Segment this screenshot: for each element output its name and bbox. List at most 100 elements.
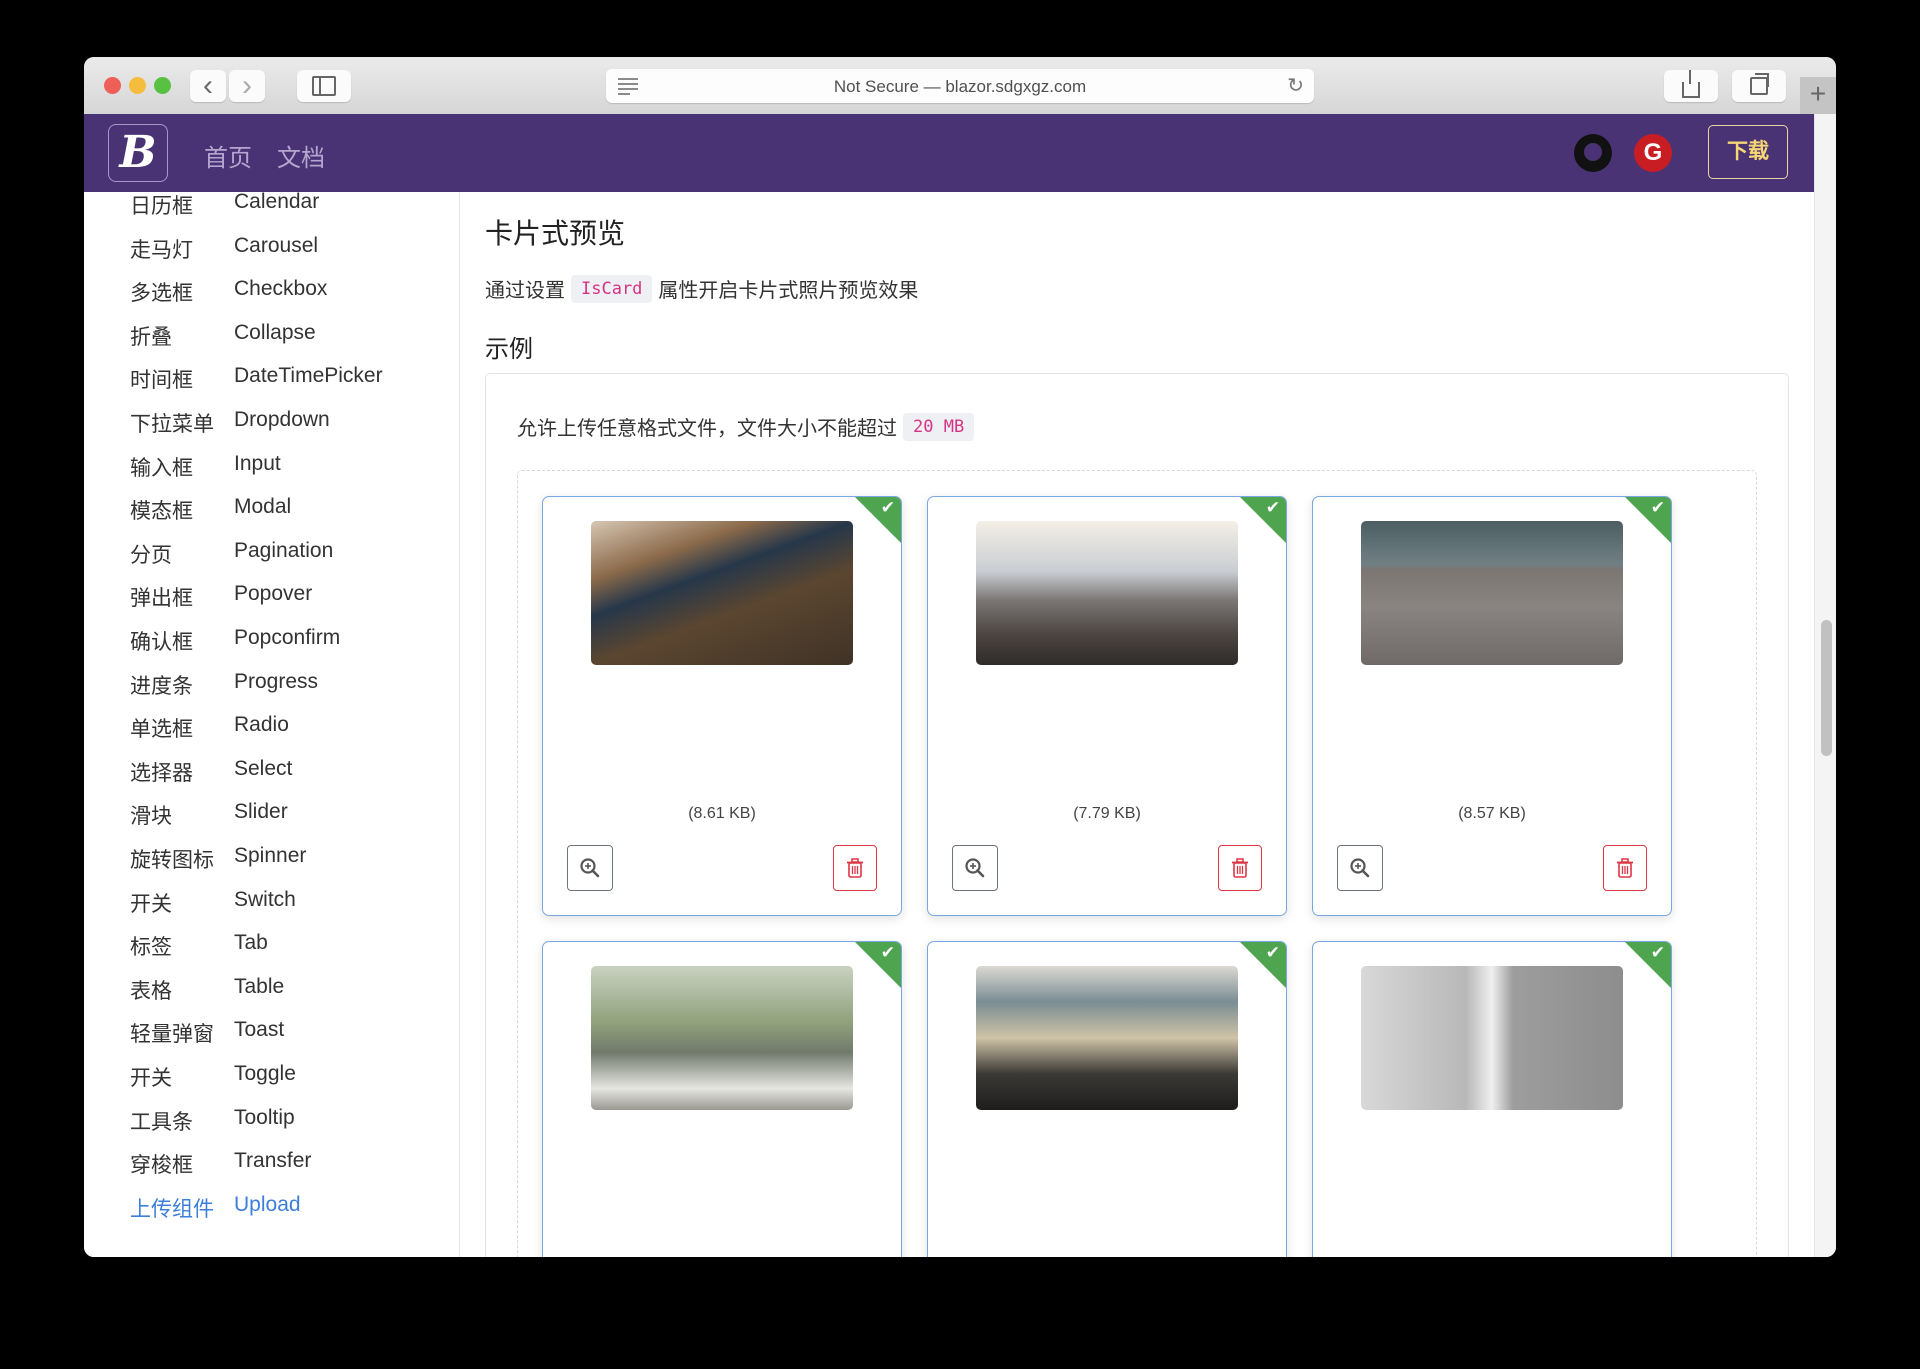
upload-card: ✔ (8.61 KB) xyxy=(542,496,902,916)
sidebar-item-zh-label: 开关 xyxy=(130,892,172,916)
sidebar-item-zh-label: 分页 xyxy=(130,543,172,567)
sidebar-item-en-label: Popover xyxy=(234,582,313,606)
image-thumbnail-mountain-above-clouds[interactable] xyxy=(976,521,1238,665)
sidebar-item-zh-label: 进度条 xyxy=(130,674,193,698)
site-navbar: B 首页 文档 G 下载 xyxy=(84,114,1814,192)
delete-button[interactable] xyxy=(1218,845,1262,891)
check-icon: ✔ xyxy=(880,498,895,517)
sidebar-item-en-label: Input xyxy=(234,451,281,475)
section-title: 卡片式预览 xyxy=(485,218,626,249)
sidebar-item-en-label: Pagination xyxy=(234,538,334,562)
tabs-icon xyxy=(1750,73,1769,95)
sidebar-item-en-label: Toast xyxy=(234,1018,285,1042)
reload-icon[interactable]: ↻ xyxy=(1287,73,1304,98)
upload-card: ✔ xyxy=(1312,941,1672,1257)
desc-text-after: 属性开启卡片式照片预览效果 xyxy=(658,280,919,302)
sidebar-item-zh-label: 表格 xyxy=(130,979,172,1003)
sidebar-item-en-label: Tooltip xyxy=(234,1105,295,1129)
sidebar-item-en-label: Switch xyxy=(234,887,296,911)
sidebar-item-en-label: Radio xyxy=(234,713,289,737)
sidebar-item-en-label: Transfer xyxy=(234,1149,312,1173)
sidebar-item-en-label: Popconfirm xyxy=(234,626,341,649)
sidebar-item-en-label: Carousel xyxy=(234,233,319,257)
image-thumbnail-person-sitting-on-stool[interactable] xyxy=(591,521,853,665)
back-button[interactable]: ‹ xyxy=(190,70,226,102)
check-icon: ✔ xyxy=(880,943,895,962)
sidebar-item-en-label: Toggle xyxy=(234,1062,296,1085)
url-text: Not Secure — blazor.sdgxgz.com xyxy=(833,77,1087,96)
sidebar-item-en-label: Slider xyxy=(234,800,288,824)
upload-card: ✔ xyxy=(927,941,1287,1257)
example-heading: 示例 xyxy=(485,336,533,363)
address-bar[interactable]: Not Secure — blazor.sdgxgz.com ↻ xyxy=(606,69,1314,103)
scrollbar-thumb[interactable] xyxy=(1821,620,1832,756)
share-button[interactable] xyxy=(1664,70,1718,102)
sidebar-item-en-label: Checkbox xyxy=(234,277,328,301)
preview-button[interactable] xyxy=(567,845,613,891)
upload-card: ✔ xyxy=(542,941,902,1257)
sidebar-item-zh-label: 走马灯 xyxy=(130,238,193,262)
sidebar-item-zh-label: 日历框 xyxy=(130,195,193,218)
sidebar-item-en-label: Calendar xyxy=(234,190,320,213)
sidebar-item-zh-label: 弹出框 xyxy=(130,587,193,611)
delete-button[interactable] xyxy=(833,845,877,891)
zoom-window-button[interactable] xyxy=(154,77,171,94)
image-thumbnail-plant-by-balcony[interactable] xyxy=(591,966,853,1110)
component-sidebar: 日历框 Calendar 走马灯 Carousel 多选框 Checkbox 折叠 Colla… xyxy=(84,190,460,1257)
sidebar-item-zh-label: 选择器 xyxy=(130,761,193,785)
preview-button[interactable] xyxy=(952,845,998,891)
download-button[interactable]: 下载 xyxy=(1708,125,1788,179)
show-tabs-button[interactable] xyxy=(1732,70,1786,102)
sidebar-item-en-label: Modal xyxy=(234,495,292,519)
file-size: (8.61 KB) xyxy=(688,805,756,822)
nav-link-home[interactable]: 首页 xyxy=(204,138,252,173)
image-thumbnail-beach-with-rocks[interactable] xyxy=(976,966,1238,1110)
nav-link-docs[interactable]: 文档 xyxy=(277,138,325,173)
sidebar-item-zh-label: 穿梭框 xyxy=(130,1154,193,1178)
max-size-code: 20 MB xyxy=(903,412,975,441)
upload-hint: 允许上传任意格式文件，文件大小不能超过 20 MB xyxy=(517,412,980,441)
close-window-button[interactable] xyxy=(104,77,121,94)
desc-text-before: 通过设置 xyxy=(485,280,565,302)
minimize-window-button[interactable] xyxy=(129,77,146,94)
github-icon[interactable] xyxy=(1574,134,1612,172)
file-size: (8.57 KB) xyxy=(1458,805,1526,822)
check-icon: ✔ xyxy=(1650,498,1665,517)
browser-toolbar: ‹ › Not Secure — blazor.sdgxgz.com ↻ + xyxy=(84,57,1836,115)
sidebar-item-zh-label: 旋转图标 xyxy=(130,849,214,872)
upload-card: ✔ (7.79 KB) xyxy=(927,496,1287,916)
sidebar-item-zh-label: 确认框 xyxy=(130,631,193,654)
new-tab-icon: + xyxy=(1809,78,1827,109)
gitee-icon[interactable]: G xyxy=(1634,134,1672,172)
sidebar-item-zh-label: 开关 xyxy=(130,1067,172,1090)
forward-button[interactable]: › xyxy=(229,70,265,102)
check-icon: ✔ xyxy=(1650,943,1665,962)
sidebar-item-zh-label: 多选框 xyxy=(130,282,193,306)
sidebar-item-en-label: Progress xyxy=(234,669,319,693)
page-scrollbar[interactable] xyxy=(1814,114,1836,1257)
sidebar-item-zh-label: 滑块 xyxy=(130,805,172,829)
site-logo[interactable]: B xyxy=(108,124,168,182)
image-thumbnail-bench-on-pier[interactable] xyxy=(1361,521,1623,665)
preview-button[interactable] xyxy=(1337,845,1383,891)
iscard-code: IsCard xyxy=(571,274,653,303)
new-tab-button[interactable]: + xyxy=(1800,77,1836,114)
sidebar-toggle-button[interactable] xyxy=(297,70,351,102)
back-icon: ‹ xyxy=(203,69,213,102)
check-icon: ✔ xyxy=(1265,498,1280,517)
sidebar-item-en-label: Table xyxy=(234,974,285,998)
upload-dropzone[interactable]: ✔ (8.61 KB) ✔ (7.79 KB) ✔ (8.57 KB) ✔ ✔ ✔ xyxy=(517,470,1757,1257)
sidebar-item-zh-label: 上传组件 xyxy=(130,1197,214,1221)
image-thumbnail-statue-of-liberty[interactable] xyxy=(1361,966,1623,1110)
example-box: 允许上传任意格式文件，文件大小不能超过 20 MB ✔ (8.61 KB) ✔ (7.… xyxy=(485,373,1789,1257)
sidebar-item-zh-label: 工具条 xyxy=(130,1110,193,1134)
sidebar-item-en-label: Dropdown xyxy=(234,408,330,431)
sidebar-item-en-label: Spinner xyxy=(234,844,307,867)
delete-button[interactable] xyxy=(1603,845,1647,891)
hint-text: 允许上传任意格式文件，文件大小不能超过 xyxy=(517,418,897,440)
sidebar-item-en-label: Upload xyxy=(234,1192,301,1216)
sidebar-item-zh-label: 轻量弹窗 xyxy=(130,1023,214,1047)
file-size: (7.79 KB) xyxy=(1073,805,1141,822)
sidebar-item-zh-label: 单选框 xyxy=(130,718,193,742)
sidebar-item-zh-label: 下拉菜单 xyxy=(130,413,214,436)
